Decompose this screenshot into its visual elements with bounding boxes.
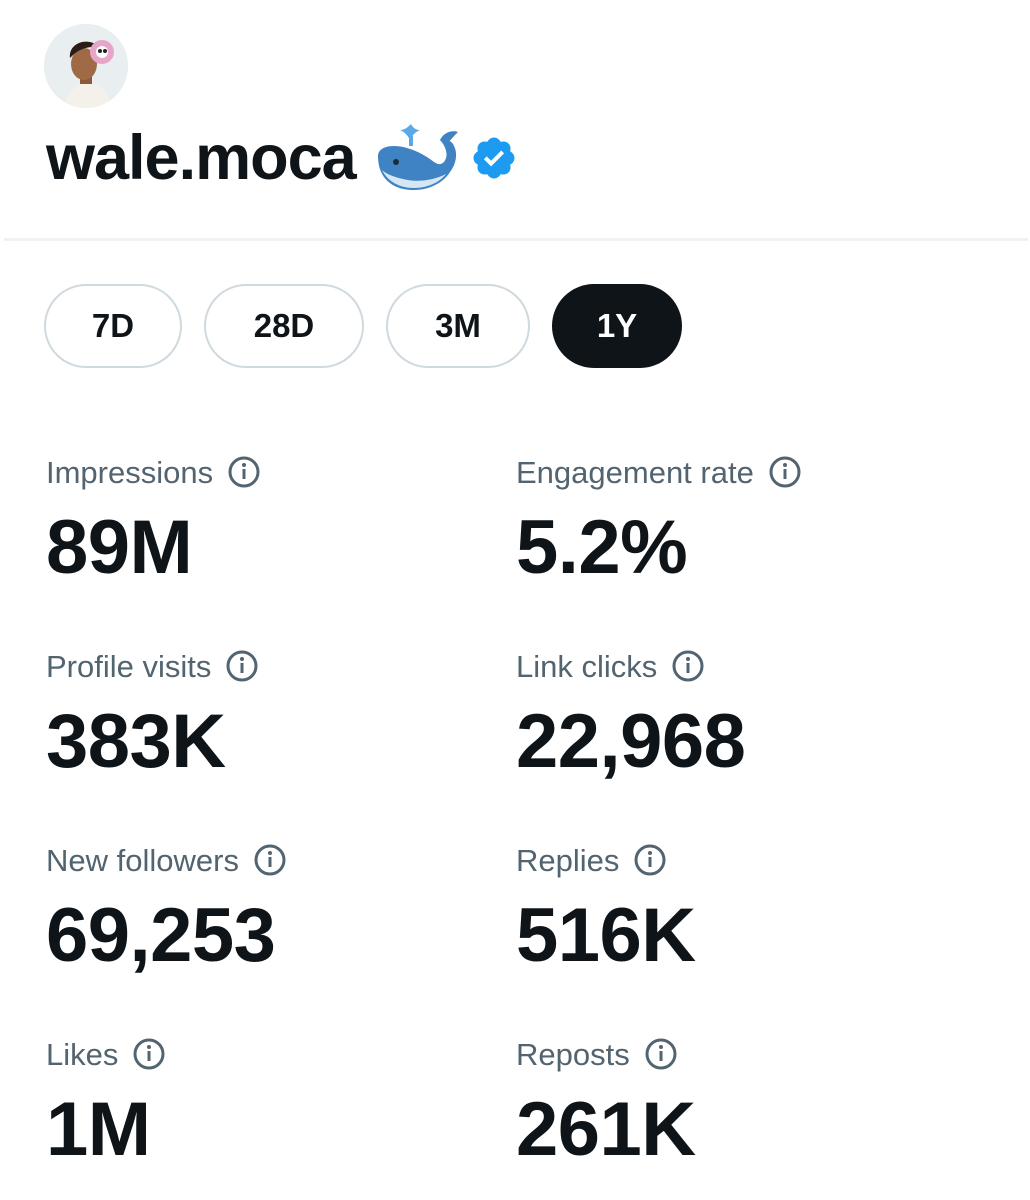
metric-replies: Replies 516K (516, 840, 976, 974)
metric-likes: Likes 1M (46, 1034, 506, 1168)
profile-header: wale.moca (0, 0, 1030, 240)
metric-label: Link clicks (516, 648, 658, 684)
tab-28d[interactable]: 28D (204, 284, 364, 368)
metric-impressions: Impressions 89M (46, 452, 506, 586)
metric-value: 5.2% (516, 505, 688, 590)
metric-new-followers: New followers 69,253 (46, 840, 506, 974)
info-icon[interactable] (644, 1037, 678, 1071)
whale-icon (377, 124, 458, 190)
metric-value: 1M (46, 1087, 151, 1172)
name-row: wale.moca (46, 118, 518, 198)
info-icon[interactable] (633, 843, 667, 877)
metric-value: 383K (46, 699, 226, 784)
metric-engagement-rate: Engagement rate 5.2% (516, 452, 976, 586)
metric-value: 261K (516, 1087, 696, 1172)
info-icon[interactable] (768, 455, 802, 489)
info-icon[interactable] (132, 1037, 166, 1071)
tab-7d[interactable]: 7D (44, 284, 182, 368)
metric-label: Replies (516, 842, 620, 878)
metric-value: 89M (46, 505, 193, 590)
metric-label: Engagement rate (516, 454, 754, 490)
verified-badge-icon (473, 137, 515, 179)
time-range-tabs: 7D 28D 3M 1Y (44, 284, 704, 368)
metric-reposts: Reposts 261K (516, 1034, 976, 1168)
avatar[interactable] (44, 24, 128, 108)
username[interactable]: wale.moca (46, 126, 357, 190)
metric-label: Impressions (46, 454, 214, 490)
metric-label: Profile visits (46, 648, 212, 684)
tab-3m[interactable]: 3M (386, 284, 530, 368)
metric-label: Reposts (516, 1036, 630, 1072)
metric-profile-visits: Profile visits 383K (46, 646, 506, 780)
tab-1y[interactable]: 1Y (552, 284, 682, 368)
metric-value: 516K (516, 893, 696, 978)
info-icon[interactable] (671, 649, 705, 683)
metric-link-clicks: Link clicks 22,968 (516, 646, 976, 780)
info-icon[interactable] (227, 455, 261, 489)
header-divider (4, 238, 1028, 241)
metric-value: 22,968 (516, 699, 746, 784)
avatar-image (44, 24, 128, 108)
metric-label: New followers (46, 842, 239, 878)
metric-label: Likes (46, 1036, 119, 1072)
metric-value: 69,253 (46, 893, 276, 978)
info-icon[interactable] (253, 843, 287, 877)
info-icon[interactable] (225, 649, 259, 683)
